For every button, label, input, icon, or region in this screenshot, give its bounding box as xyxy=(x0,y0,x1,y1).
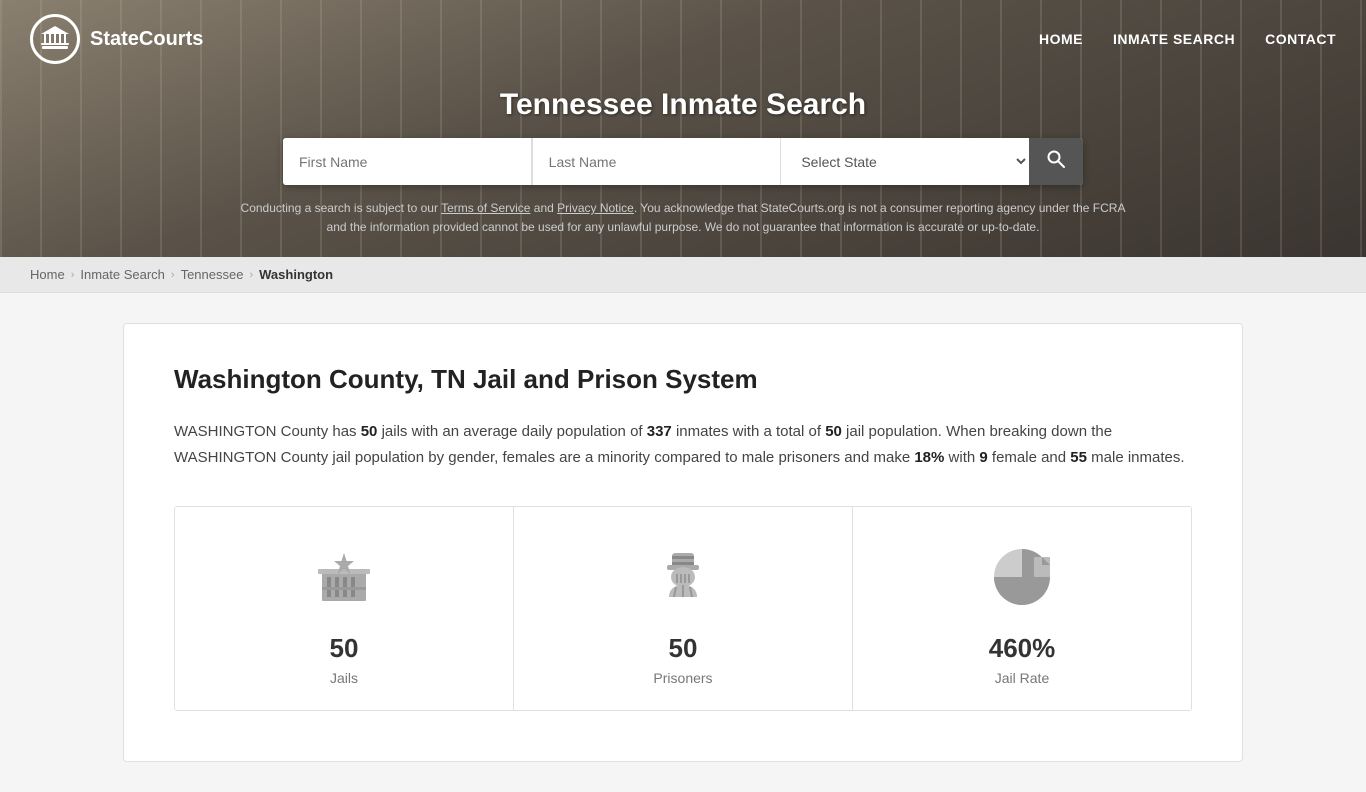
first-name-input[interactable] xyxy=(283,138,532,185)
stat-jails: 50 Jails xyxy=(175,507,514,710)
breadcrumb-sep-1: › xyxy=(71,269,75,281)
privacy-link[interactable]: Privacy Notice xyxy=(557,201,634,215)
nav-home[interactable]: HOME xyxy=(1039,31,1083,47)
nav-links: HOME INMATE SEARCH CONTACT xyxy=(1039,31,1336,47)
stats-row: 50 Jails xyxy=(174,506,1192,711)
prisoner-icon xyxy=(643,537,723,617)
breadcrumb-sep-2: › xyxy=(171,269,175,281)
breadcrumb-inmate-search[interactable]: Inmate Search xyxy=(80,267,165,282)
jails-label: Jails xyxy=(330,670,358,686)
jail-icon xyxy=(304,537,384,617)
jail-rate-number: 460% xyxy=(989,633,1056,664)
search-section: Tennessee Inmate Search Select StateAlab… xyxy=(0,78,1366,257)
stat-prisoners: 50 Prisoners xyxy=(514,507,853,710)
navbar: StateCourts HOME INMATE SEARCH CONTACT xyxy=(0,0,1366,78)
last-name-input[interactable] xyxy=(532,138,782,185)
prisoners-label: Prisoners xyxy=(653,670,712,686)
logo-icon xyxy=(30,14,80,64)
jails-number: 50 xyxy=(330,633,359,664)
county-title: Washington County, TN Jail and Prison Sy… xyxy=(174,364,1192,395)
state-select[interactable]: Select StateAlabamaAlaskaArizonaArkansas… xyxy=(781,138,1029,185)
disclaimer-text: Conducting a search is subject to our Te… xyxy=(233,199,1133,237)
hero-title: Tennessee Inmate Search xyxy=(20,88,1346,122)
breadcrumb-sep-3: › xyxy=(249,269,253,281)
county-description: WASHINGTON County has 50 jails with an a… xyxy=(174,419,1192,470)
pie-chart-icon xyxy=(982,537,1062,617)
breadcrumb-home[interactable]: Home xyxy=(30,267,65,282)
main-content: Washington County, TN Jail and Prison Sy… xyxy=(93,323,1273,762)
hero-section: StateCourts HOME INMATE SEARCH CONTACT T… xyxy=(0,0,1366,257)
site-logo[interactable]: StateCourts xyxy=(30,14,203,64)
breadcrumb-current: Washington xyxy=(259,267,333,282)
breadcrumb-state[interactable]: Tennessee xyxy=(181,267,244,282)
search-bar: Select StateAlabamaAlaskaArizonaArkansas… xyxy=(283,138,1083,185)
nav-contact[interactable]: CONTACT xyxy=(1265,31,1336,47)
content-card: Washington County, TN Jail and Prison Sy… xyxy=(123,323,1243,762)
prisoners-number: 50 xyxy=(669,633,698,664)
terms-link[interactable]: Terms of Service xyxy=(441,201,530,215)
logo-text: StateCourts xyxy=(90,28,203,51)
breadcrumb: Home › Inmate Search › Tennessee › Washi… xyxy=(0,257,1366,293)
jail-rate-label: Jail Rate xyxy=(995,670,1049,686)
nav-inmate-search[interactable]: INMATE SEARCH xyxy=(1113,31,1235,47)
search-button[interactable] xyxy=(1029,138,1083,185)
stat-jail-rate: 460% Jail Rate xyxy=(853,507,1191,710)
